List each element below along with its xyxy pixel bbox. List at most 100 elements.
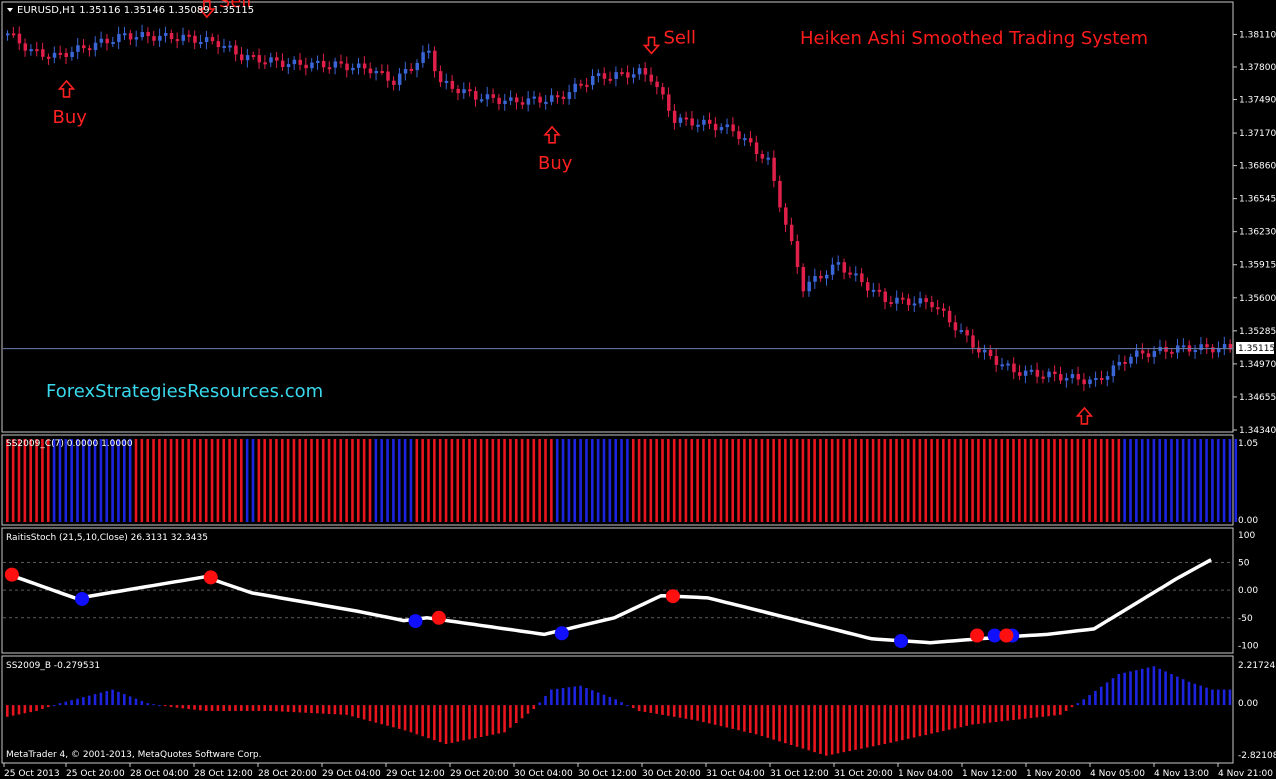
ss2009-c-bar xyxy=(222,439,226,522)
ss2009-c-bar xyxy=(514,439,518,522)
ss2009-b-bar xyxy=(146,703,149,706)
ss2009-b-bar xyxy=(497,705,500,734)
candle-body xyxy=(175,39,180,42)
ss2009-c-bar xyxy=(942,439,945,522)
candle-body xyxy=(257,55,262,63)
ss2009-c-bar xyxy=(801,439,805,522)
ss2009-b-bar xyxy=(1059,705,1062,715)
ss2009-b-bar xyxy=(801,705,805,749)
ss2009-b-bar xyxy=(731,705,734,729)
ss2009-b-bar xyxy=(936,705,939,733)
ss2009-c-bar xyxy=(555,439,559,522)
candle-body xyxy=(544,101,548,104)
ss2009-b-bar xyxy=(292,705,296,713)
ss2009-b-bar xyxy=(1176,676,1179,706)
candle-body xyxy=(421,52,425,63)
stoch-signal-dot xyxy=(203,570,218,585)
ss2009-c-bar xyxy=(427,439,430,522)
candle-body xyxy=(345,63,349,71)
ss2009-b-bar xyxy=(310,705,313,714)
ss2009-b-bar xyxy=(772,705,775,740)
ss2009-c-bar xyxy=(269,439,272,522)
ss2009-c-bar xyxy=(936,439,939,522)
ss2009-c-bar xyxy=(1152,439,1156,522)
ss2009-c-bar xyxy=(918,439,922,522)
candle-body xyxy=(649,74,653,82)
candle-body xyxy=(942,308,946,311)
ss2009-b-bar xyxy=(415,705,419,735)
ss2009-b-bar xyxy=(509,705,512,728)
price-tick-label: 1.34340 xyxy=(1239,426,1276,436)
ss2009-c-bar xyxy=(737,439,740,522)
ss2009-b-bar xyxy=(1000,705,1004,722)
candle-body xyxy=(509,97,513,101)
ss2009-c-bar xyxy=(93,439,97,522)
candle-body xyxy=(70,51,74,58)
ss2009-b-bar xyxy=(503,705,506,733)
candle-body xyxy=(321,60,326,68)
ss2009-b-bar xyxy=(895,705,898,742)
ss2009-c-bar xyxy=(573,439,577,522)
candle-body xyxy=(550,95,554,102)
candle-body xyxy=(877,289,882,292)
ss2009-c-bar xyxy=(111,439,114,522)
time-tick-label: 25 Oct 2013 xyxy=(4,769,60,779)
ss2009-b-bar xyxy=(836,705,840,754)
candle-body xyxy=(146,31,150,37)
time-tick-label: 4 Nov 21:00 xyxy=(1218,769,1273,779)
ss2009-b-bar xyxy=(719,705,723,727)
ss2009-c-bar xyxy=(6,439,9,522)
ss2009-b-bar xyxy=(485,705,489,736)
candle-body xyxy=(427,50,431,53)
ss2009-b-bar xyxy=(977,705,980,724)
candle-body xyxy=(222,45,226,48)
ss2009-c-bar xyxy=(386,439,389,522)
candle-body xyxy=(1041,376,1045,379)
ss2009-b-bar xyxy=(386,705,389,726)
ss2009-b-bar xyxy=(1152,666,1156,706)
candle-body xyxy=(848,272,852,275)
ss2009-b-bar xyxy=(6,705,9,717)
ss2009-c-bar xyxy=(1041,439,1045,522)
candle-body xyxy=(532,96,536,99)
candle-body xyxy=(1059,374,1063,381)
buy-signal-label: Buy xyxy=(538,153,573,174)
ss2009-b-bar xyxy=(93,694,97,706)
ss2009-b-bar xyxy=(672,705,676,717)
candle-body xyxy=(743,138,747,141)
time-tick-label: 1 Nov 12:00 xyxy=(962,769,1017,779)
candle-body xyxy=(35,49,39,52)
ss2009-c-bar xyxy=(1099,439,1103,522)
ss2009-b-bar xyxy=(620,702,623,706)
ss2009-c-bar xyxy=(825,439,828,522)
candle-body xyxy=(1123,361,1127,364)
ss2009-b-bar xyxy=(567,687,571,706)
candle-body xyxy=(1140,350,1145,354)
ss2009-b-bar xyxy=(737,705,740,731)
ss2009-c-label: SS2009_C(7) 0.0000 1.0000 xyxy=(6,439,133,449)
ss2009-b-bar xyxy=(871,705,875,747)
candle-body xyxy=(737,131,741,139)
ss2009-c-bar xyxy=(41,439,44,522)
ss2009-c-bar xyxy=(52,439,56,522)
candle-body xyxy=(871,289,876,292)
ss2009-c-bar xyxy=(105,439,109,522)
candle-body xyxy=(696,124,700,127)
ss2009-b-bar xyxy=(1193,683,1197,706)
ss2009-b-bar xyxy=(35,705,38,711)
ss2009-b-bar xyxy=(784,705,787,744)
ss2009-b-bar xyxy=(1105,682,1109,706)
candle-body xyxy=(1035,369,1040,377)
candle-body xyxy=(240,54,244,61)
ss2009-b-bar xyxy=(234,705,237,711)
ss2009-c-bar xyxy=(789,439,793,522)
candle-body xyxy=(111,42,115,45)
ss2009-b-bar xyxy=(766,705,770,738)
ss2009-b-bar xyxy=(152,704,155,706)
ss2009-c-bar xyxy=(1094,439,1097,522)
candle-body xyxy=(813,276,817,282)
ss2009-c-bar xyxy=(544,439,547,522)
candle-body xyxy=(374,71,379,74)
candle-body xyxy=(204,37,209,43)
candle-body xyxy=(725,124,730,128)
